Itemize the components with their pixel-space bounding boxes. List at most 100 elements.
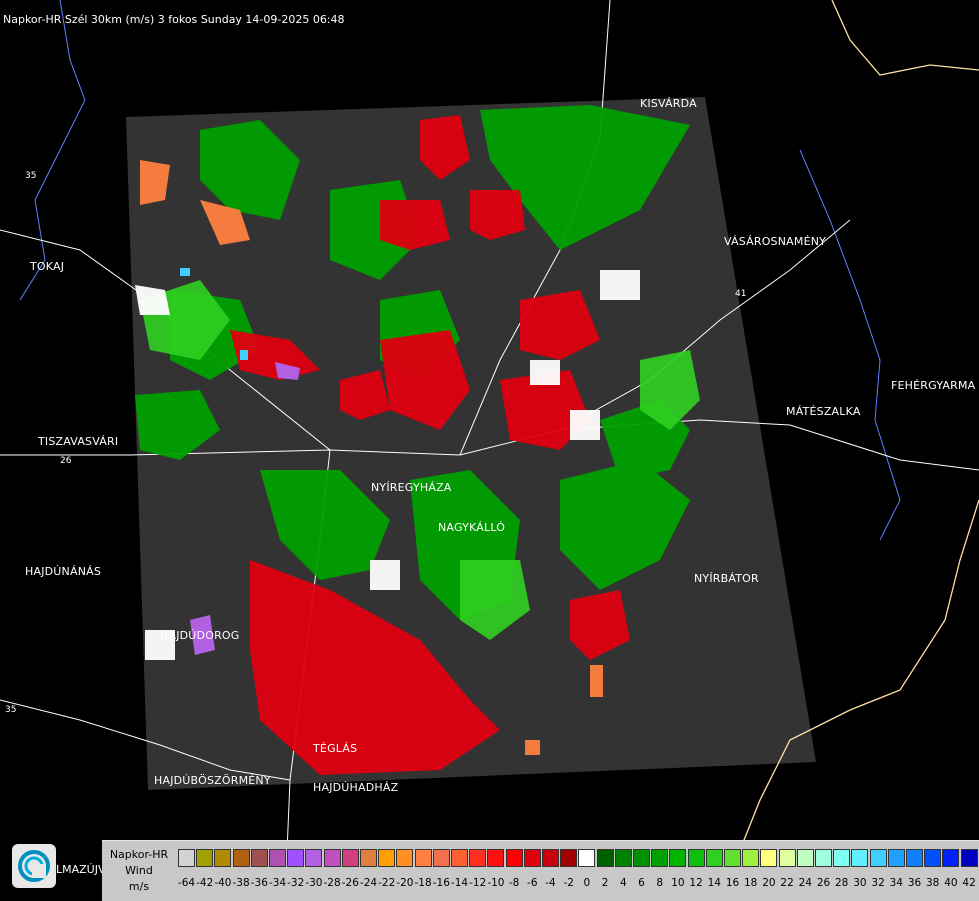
road-number-35-north: 35 [25, 171, 36, 181]
legend-swatch [469, 849, 487, 867]
legend-tick-label: -64 [177, 877, 196, 889]
legend-tick-label: 16 [725, 877, 740, 889]
legend-tick-label: -34 [268, 877, 287, 889]
city-label-nagykallo: NAGYKÁLLÓ [438, 521, 506, 534]
legend-tick-label: -4 [545, 877, 556, 889]
legend-swatch [869, 849, 887, 867]
legend-swatch [323, 849, 341, 867]
legend-tick-label: -8 [508, 877, 520, 889]
legend-tick-label: 42 [962, 877, 976, 889]
legend-swatch [796, 849, 814, 867]
city-label-hajdudorog: HAJDÚDOROG [160, 629, 240, 642]
legend-swatch [378, 849, 396, 867]
legend-tick-label: 12 [689, 877, 703, 889]
legend-tick-label: 14 [707, 877, 721, 889]
legend-tick-label: 30 [853, 877, 867, 889]
city-label-nyirbator: NYÍRBÁTOR [694, 572, 759, 585]
legend-tick-label: -30 [305, 877, 323, 889]
legend-tick-label: 6 [638, 877, 645, 889]
legend-swatch [833, 849, 851, 867]
city-label-tokaj: TOKAJ [30, 260, 65, 273]
legend-swatch [906, 849, 923, 867]
legend-tick-label: -24 [359, 877, 378, 889]
legend-tick-label: -18 [414, 877, 432, 889]
radar-map: 26 41 35 35 [0, 0, 979, 900]
map-title: Napkor-HR Szél 30km (m/s) 3 fokos Sunday… [3, 13, 345, 26]
city-label-teglas: TÉGLÁS [313, 742, 358, 755]
legend-swatch [214, 849, 232, 867]
legend-swatch [396, 849, 414, 867]
legend-tick-label: -26 [341, 877, 359, 889]
road-number-26: 26 [60, 456, 72, 466]
legend-swatch [232, 849, 250, 867]
legend-tick-label: -22 [378, 877, 396, 889]
road-number-41: 41 [735, 289, 746, 299]
legend-swatch [614, 849, 632, 867]
city-label-tiszavasvari: TISZAVASVÁRI [38, 435, 119, 448]
legend-swatch [960, 849, 978, 867]
legend-tick-label: -36 [250, 877, 268, 889]
legend-swatch [560, 849, 578, 867]
legend-swatch [651, 849, 669, 867]
legend-swatch [414, 849, 432, 867]
legend-swatch [669, 849, 687, 867]
legend-swatch [687, 849, 705, 867]
legend-swatch [724, 849, 741, 867]
legend-tick-label: 36 [907, 877, 922, 889]
legend-tick-label: 20 [762, 877, 776, 889]
legend-tick-label: -42 [196, 877, 214, 889]
legend-swatch [305, 849, 323, 867]
city-label-hajduhadhaz: HAJDÚHADHÁZ [313, 781, 399, 794]
legend-swatch [633, 849, 650, 867]
legend-tick-label: -16 [432, 877, 450, 889]
legend-swatch [451, 849, 468, 867]
legend-unit: m/s [128, 880, 150, 893]
legend-title: Napkor-HR [109, 848, 169, 861]
legend-swatch [287, 849, 305, 867]
legend-swatch [924, 849, 942, 867]
legend-swatch [432, 849, 450, 867]
legend-tick-label: 0 [583, 877, 591, 889]
legend-swatch [341, 849, 359, 867]
legend-swatch [360, 849, 377, 867]
legend-swatch [815, 849, 832, 867]
legend-subtitle: Wind [125, 864, 153, 877]
legend-swatch [742, 849, 760, 867]
city-label-mateszalka: MÁTÉSZALKA [786, 405, 861, 418]
legend-tick-label: 40 [944, 877, 958, 889]
legend-swatch [542, 849, 559, 867]
legend-tick-label: 2 [601, 877, 609, 889]
legend-tick-label: 28 [835, 877, 849, 889]
legend-tick-label: 10 [671, 877, 685, 889]
legend-tick-label: 22 [780, 877, 794, 889]
legend-swatch [523, 849, 541, 867]
legend-swatch [851, 849, 869, 867]
legend-swatch [269, 849, 286, 867]
legend-swatch [778, 849, 796, 867]
legend-tick-label: -2 [563, 877, 574, 889]
legend-tick-label: 24 [798, 877, 812, 889]
city-label-hajduboszormeny: HAJDÚBÖSZÖRMÉNY [154, 774, 271, 787]
legend-tick-label: 38 [926, 877, 940, 889]
legend-swatch [942, 849, 960, 867]
city-label-vasarosnameny: VÁSÁROSNAMÉNY [724, 235, 827, 248]
city-label-nyiregyhaza: NYÍREGYHÁZA [371, 481, 452, 494]
country-border [831, 0, 979, 76]
legend-swatch [487, 849, 505, 867]
legend-tick-label: -40 [214, 877, 232, 889]
legend-swatch [887, 849, 905, 867]
legend-swatch [578, 849, 596, 867]
city-label-hajdunanas: HAJDÚNÁNÁS [25, 565, 102, 578]
river [19, 0, 86, 301]
city-label-kisvarda: KISVÁRDA [640, 97, 697, 110]
river [799, 149, 901, 541]
napkor-logo [12, 844, 56, 888]
legend-tick-label: -28 [323, 877, 341, 889]
city-label-fehergyarmat: FEHÉRGYARMA [891, 379, 976, 392]
legend-tick-label: 32 [871, 877, 885, 889]
legend-swatch [760, 849, 778, 867]
legend-tick-label: -14 [450, 877, 469, 889]
legend-tick-label: -6 [527, 877, 538, 889]
legend-tick-label: -20 [396, 877, 414, 889]
legend-tick-label: -12 [469, 877, 487, 889]
